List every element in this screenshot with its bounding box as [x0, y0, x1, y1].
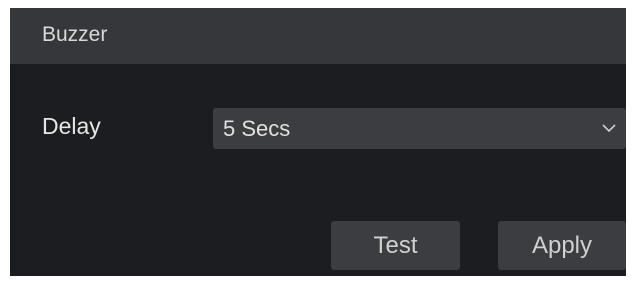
delay-select-value: 5 Secs — [223, 116, 291, 141]
apply-button[interactable]: Apply — [498, 221, 626, 270]
delay-label: Delay — [42, 113, 101, 139]
buzzer-panel: Buzzer Delay 5 Secs Test Apply — [10, 8, 626, 276]
delay-select[interactable]: 5 Secs — [213, 108, 626, 149]
panel-header: Buzzer — [10, 8, 626, 64]
panel-title: Buzzer — [42, 23, 108, 46]
test-button[interactable]: Test — [331, 221, 460, 270]
chevron-down-icon — [602, 124, 616, 133]
